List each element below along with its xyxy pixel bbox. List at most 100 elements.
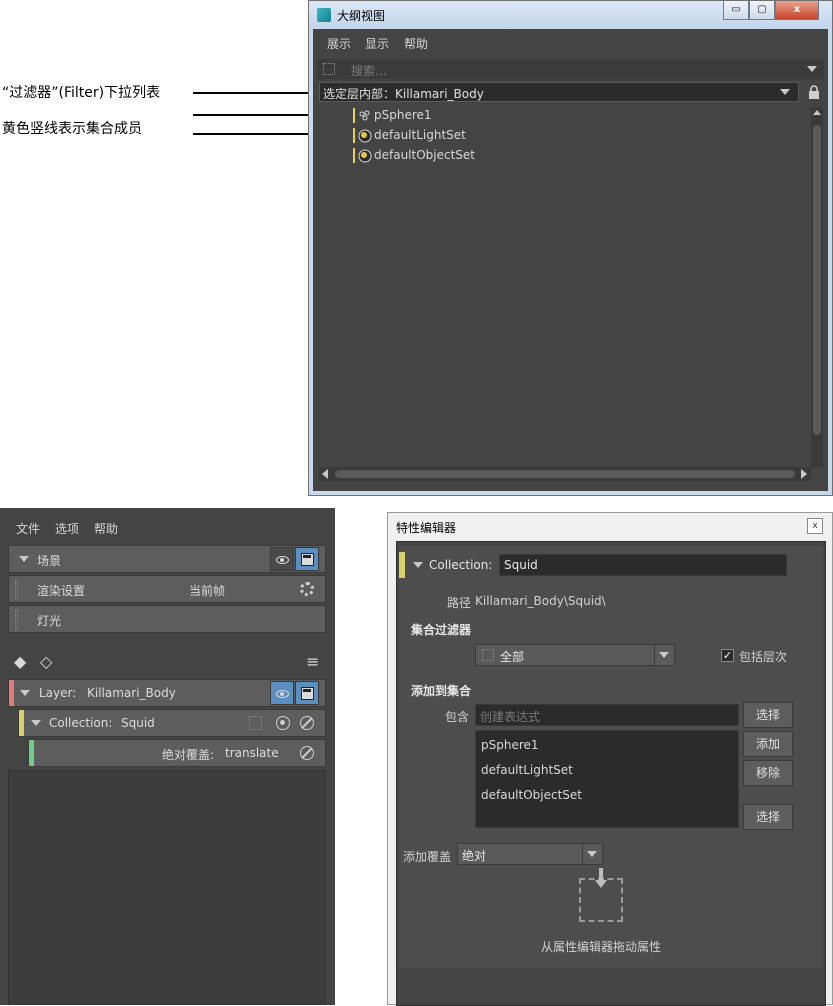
renderable-toggle[interactable] <box>295 547 319 571</box>
yellow-bar-annotation: 黄色竖线表示集合成员 <box>2 121 142 137</box>
drag-handle[interactable] <box>15 610 18 630</box>
outliner-title: 大纲视图 <box>337 9 386 23</box>
close-button[interactable]: x <box>807 518 823 534</box>
add-override-label: 添加覆盖 <box>403 850 452 864</box>
member-item[interactable]: defaultObjectSet <box>481 788 582 802</box>
collection-label: Collection: <box>429 558 493 572</box>
menu-item-help[interactable]: 帮助 <box>404 35 428 52</box>
override-row[interactable]: 绝对覆盖: translate <box>28 739 326 767</box>
select-button[interactable]: 选择 <box>743 702 793 728</box>
member-item[interactable]: pSphere1 <box>481 738 539 752</box>
chevron-down-icon[interactable] <box>587 851 597 857</box>
search-options-icon[interactable] <box>323 63 335 75</box>
filter-annotation-leader <box>193 92 320 94</box>
selector-icon[interactable] <box>249 716 262 730</box>
search-bar[interactable]: 搜索... <box>317 59 824 79</box>
select-button-2[interactable]: 选择 <box>743 804 793 830</box>
expand-icon[interactable] <box>20 690 30 696</box>
scroll-up-icon[interactable] <box>813 110 821 115</box>
clapper-icon <box>301 553 314 566</box>
remove-button[interactable]: 移除 <box>743 760 793 786</box>
scene-label: 场景 <box>37 554 62 568</box>
include-label: 包含 <box>445 710 470 724</box>
scrollbar-thumb[interactable] <box>813 125 821 435</box>
vertical-scrollbar[interactable] <box>811 107 823 467</box>
scroll-left-icon[interactable] <box>322 469 328 479</box>
outliner-item-label: defaultLightSet <box>374 128 466 142</box>
menu-item-file[interactable]: 文件 <box>16 520 40 537</box>
layer-visibility-toggle[interactable] <box>270 681 294 705</box>
expression-input[interactable]: 创建表达式 <box>475 704 739 726</box>
member-item[interactable]: defaultLightSet <box>481 763 573 777</box>
filter-dropdown[interactable]: 选定层内部：Killamari_Body <box>319 82 799 102</box>
collection-name: Squid <box>121 716 155 730</box>
lights-label: 灯光 <box>37 614 62 628</box>
create-layer-icon[interactable]: ◆ <box>14 654 26 670</box>
layer-label: Layer: <box>39 686 77 700</box>
override-value: translate <box>225 746 279 760</box>
collapse-icon[interactable] <box>413 562 423 568</box>
attribute-drop-zone[interactable] <box>579 868 623 922</box>
outliner-menubar: 展示 显示 帮助 <box>313 29 828 55</box>
menu-item-display[interactable]: 展示 <box>327 35 351 52</box>
members-list[interactable]: pSphere1 defaultLightSet defaultObjectSe… <box>475 730 739 828</box>
render-setup-menubar: 文件 选项 帮助 <box>0 508 335 537</box>
collection-name-field[interactable]: Squid <box>499 554 787 576</box>
import-icon[interactable]: ◇ <box>40 654 52 670</box>
close-button[interactable]: x <box>775 1 819 20</box>
drop-hint-text: 从属性编辑器拖动属性 <box>541 940 662 954</box>
gear-icon[interactable] <box>300 582 314 596</box>
combo-separator <box>654 645 655 665</box>
outliner-window: 大纲视图 ▭ ▢ x 展示 显示 帮助 搜索... 选定层内部：Killamar… <box>308 0 833 496</box>
layer-renderable-toggle[interactable] <box>295 681 319 705</box>
layer-row[interactable]: Layer: Killamari_Body <box>8 679 326 707</box>
search-input[interactable]: 搜索... <box>351 62 386 79</box>
menu-item-options[interactable]: 选项 <box>55 520 79 537</box>
expand-icon[interactable] <box>19 556 29 562</box>
chevron-down-icon[interactable] <box>659 652 669 658</box>
expand-icon[interactable] <box>31 720 41 726</box>
minimize-button[interactable]: ▭ <box>723 1 749 20</box>
collection-label: Collection: <box>49 716 113 730</box>
scrollbar-thumb[interactable] <box>335 470 795 478</box>
set-member-bar <box>353 108 355 123</box>
add-button[interactable]: 添加 <box>743 731 793 757</box>
render-settings-row[interactable]: 渲染设置 当前帧 <box>8 575 326 603</box>
set-member-bar <box>353 148 355 163</box>
outliner-item-label: pSphere1 <box>374 108 432 122</box>
collection-name-value: Squid <box>504 558 538 572</box>
lights-row[interactable]: 灯光 <box>8 605 326 633</box>
disable-icon[interactable] <box>300 716 314 730</box>
lock-icon[interactable] <box>808 85 820 99</box>
filter-dropdown-value: 选定层内部：Killamari_Body <box>323 87 484 101</box>
disable-icon[interactable] <box>300 746 314 760</box>
horizontal-scrollbar[interactable] <box>319 467 811 481</box>
attribute-editor-window: 特性编辑器 x Collection: Squid 路径 Killamari_B… <box>387 512 833 1006</box>
scroll-right-icon[interactable] <box>801 469 807 479</box>
collection-row[interactable]: Collection: Squid <box>18 709 326 737</box>
set-icon <box>358 129 372 143</box>
override-label: 绝对覆盖: <box>162 748 215 762</box>
render-setup-panel: 文件 选项 帮助 场景 渲染设置 当前帧 灯光 ◆ ◇ ≡ Layer: Kil… <box>0 508 335 1005</box>
search-dropdown-icon[interactable] <box>807 66 817 72</box>
edit-list-icon[interactable]: ≡ <box>306 654 319 670</box>
attribute-editor-title: 特性编辑器 <box>396 521 457 535</box>
collection-filter-dropdown[interactable]: 全部 <box>475 644 675 666</box>
override-type-dropdown[interactable]: 绝对 <box>457 843 603 865</box>
expression-placeholder: 创建表达式 <box>480 710 541 724</box>
include-hierarchy-checkbox[interactable]: ✓ <box>721 649 734 662</box>
drag-handle[interactable] <box>15 580 18 600</box>
visibility-toggle[interactable] <box>270 547 294 571</box>
chevron-down-icon[interactable] <box>780 89 790 95</box>
collection-card: Collection: Squid 路径 Killamari_Body\Squi… <box>399 546 823 968</box>
scene-row[interactable]: 场景 <box>8 545 326 573</box>
menu-item-show[interactable]: 显示 <box>365 35 389 52</box>
outliner-titlebar[interactable]: 大纲视图 ▭ ▢ x <box>309 1 832 29</box>
add-to-collection-heading: 添加到集合 <box>411 684 472 698</box>
collection-filter-value: 全部 <box>500 650 525 664</box>
isolate-icon[interactable] <box>276 716 290 730</box>
layer-color-tag <box>9 680 14 706</box>
maximize-button[interactable]: ▢ <box>749 1 775 20</box>
outliner-body: 展示 显示 帮助 搜索... 选定层内部：Killamari_Body pSph… <box>313 29 828 491</box>
menu-item-help[interactable]: 帮助 <box>94 520 118 537</box>
